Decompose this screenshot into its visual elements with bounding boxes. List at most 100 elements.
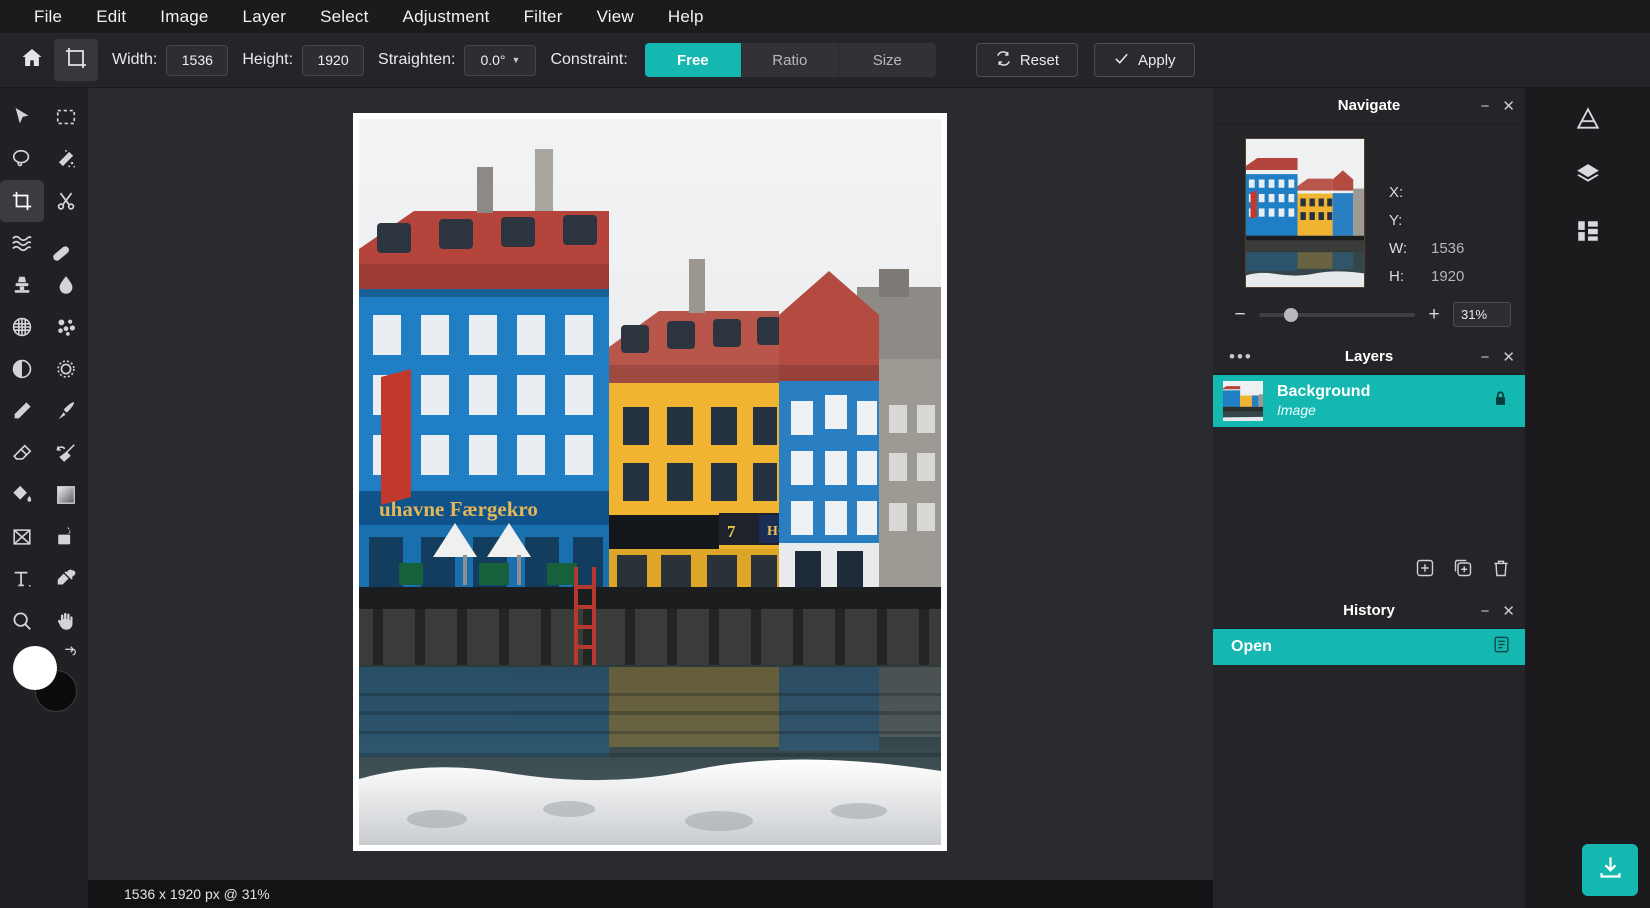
navigate-panel-header: Navigate − ✕	[1213, 88, 1525, 124]
magic-wand-tool[interactable]	[44, 138, 88, 180]
layers-minimize-button[interactable]: −	[1481, 349, 1490, 366]
halftone-tool[interactable]	[0, 306, 44, 348]
apply-button[interactable]: Apply	[1094, 43, 1195, 77]
lasso-icon	[11, 148, 33, 170]
canvas-area[interactable]: uhavne Færgekro 7	[88, 88, 1213, 908]
layers-rail-button[interactable]	[1565, 154, 1611, 200]
layer-kind: Image	[1277, 402, 1316, 419]
layers-panel-body: Background Image	[1213, 375, 1525, 593]
hand-tool[interactable]	[44, 600, 88, 642]
crop-tool-icon	[64, 46, 88, 75]
paint-bucket-tool[interactable]	[0, 474, 44, 516]
lock-icon[interactable]	[1492, 390, 1509, 412]
width-input[interactable]: 1536	[166, 44, 229, 76]
sharpen-tool[interactable]	[44, 348, 88, 390]
navigate-close-button[interactable]: ✕	[1502, 97, 1515, 115]
zoom-out-button[interactable]: −	[1231, 304, 1249, 326]
delete-layer-button[interactable]	[1491, 558, 1511, 583]
crop-handle-top-left-v[interactable]	[353, 113, 356, 135]
crop-handle-middle-bottom[interactable]	[639, 848, 661, 851]
export-button[interactable]	[1582, 844, 1638, 896]
pencil-tool[interactable]	[0, 390, 44, 432]
crop-handle-bottom-right-v[interactable]	[944, 829, 947, 851]
bubbles-icon	[55, 316, 77, 338]
reset-button[interactable]: Reset	[975, 43, 1078, 77]
height-input[interactable]: 1920	[302, 44, 365, 76]
add-layer-button[interactable]	[1415, 558, 1435, 583]
document-crop-frame[interactable]: uhavne Færgekro 7	[353, 113, 947, 851]
lasso-tool[interactable]	[0, 138, 44, 180]
eyedropper-tool[interactable]	[44, 558, 88, 600]
bokeh-tool[interactable]	[44, 306, 88, 348]
straighten-dropdown[interactable]: 0.0° ▼	[464, 44, 537, 76]
paintbrush-tool[interactable]	[44, 390, 88, 432]
shape-tool[interactable]	[44, 516, 88, 558]
cut-tool[interactable]	[44, 180, 88, 222]
clone-stamp-tool[interactable]	[0, 264, 44, 306]
zoom-tool[interactable]	[0, 600, 44, 642]
svg-text:uhavne Færgekro: uhavne Færgekro	[379, 497, 538, 521]
crop-handle-middle-left[interactable]	[353, 471, 356, 493]
rectangular-marquee-tool[interactable]	[44, 96, 88, 138]
pencil-icon	[11, 400, 33, 422]
transform-tool[interactable]	[0, 516, 44, 558]
crop-handle-bottom-left-v[interactable]	[353, 829, 356, 851]
zoom-in-button[interactable]: +	[1425, 304, 1443, 326]
zoom-slider-knob[interactable]	[1283, 307, 1298, 322]
constraint-option-ratio[interactable]: Ratio	[741, 43, 839, 77]
crop-handle-bottom-left[interactable]	[353, 848, 375, 851]
layers-menu-icon[interactable]: •••	[1229, 339, 1253, 375]
adjustments-rail-button[interactable]	[1565, 98, 1611, 144]
menu-item-adjustment[interactable]: Adjustment	[387, 3, 506, 31]
crop-tool[interactable]	[0, 180, 44, 222]
magnifier-icon	[11, 610, 33, 632]
menu-item-file[interactable]: File	[18, 3, 78, 31]
dodge-burn-tool[interactable]	[0, 348, 44, 390]
navigator-y-label: Y:	[1389, 211, 1403, 229]
layer-row-background[interactable]: Background Image	[1213, 375, 1525, 427]
hand-icon	[55, 610, 77, 632]
menu-item-edit[interactable]: Edit	[80, 3, 142, 31]
image-editor-window: File Edit Image Layer Select Adjustment …	[0, 0, 1650, 908]
blur-tool[interactable]	[44, 264, 88, 306]
history-item-open[interactable]: Open	[1213, 629, 1525, 665]
navigate-minimize-button[interactable]: −	[1481, 98, 1490, 115]
foreground-color-swatch[interactable]	[13, 646, 57, 690]
crop-handle-top-right-v[interactable]	[944, 113, 947, 135]
eraser-tool[interactable]	[0, 432, 44, 474]
channels-rail-button[interactable]	[1565, 210, 1611, 256]
menu-item-help[interactable]: Help	[652, 3, 720, 31]
status-text: 1536 x 1920 px @ 31%	[124, 886, 270, 902]
gradient-tool[interactable]	[44, 474, 88, 516]
history-minimize-button[interactable]: −	[1481, 603, 1490, 620]
menu-item-layer[interactable]: Layer	[227, 3, 303, 31]
layers-close-button[interactable]: ✕	[1502, 348, 1515, 366]
menu-item-image[interactable]: Image	[144, 3, 224, 31]
text-tool[interactable]	[0, 558, 44, 600]
healing-brush-tool[interactable]	[44, 222, 88, 264]
zoom-slider[interactable]	[1259, 307, 1415, 322]
eyedropper-icon	[55, 568, 77, 590]
straighten-value: 0.0°	[480, 52, 506, 68]
crop-handle-middle-top[interactable]	[639, 113, 661, 116]
constraint-option-size[interactable]: Size	[838, 43, 936, 77]
crop-handle-top-left[interactable]	[353, 113, 375, 116]
menu-item-filter[interactable]: Filter	[508, 3, 579, 31]
history-close-button[interactable]: ✕	[1502, 602, 1515, 620]
scissors-icon	[55, 190, 77, 212]
menu-item-select[interactable]: Select	[304, 3, 384, 31]
move-tool[interactable]	[0, 96, 44, 138]
menu-item-view[interactable]: View	[581, 3, 650, 31]
layer-info: Background Image	[1277, 382, 1370, 420]
liquify-tool[interactable]	[0, 222, 44, 264]
duplicate-layer-button[interactable]	[1453, 558, 1473, 583]
navigator-thumbnail[interactable]	[1245, 138, 1365, 288]
crop-handle-middle-right[interactable]	[944, 471, 947, 493]
zoom-level-input[interactable]: 31%	[1453, 302, 1511, 327]
smudge-tool[interactable]	[44, 432, 88, 474]
constraint-option-free[interactable]: Free	[644, 43, 742, 77]
bandage-icon	[53, 232, 77, 261]
home-button[interactable]	[10, 39, 54, 81]
swap-colors-icon[interactable]	[62, 644, 78, 664]
active-tool-indicator[interactable]	[54, 39, 98, 81]
